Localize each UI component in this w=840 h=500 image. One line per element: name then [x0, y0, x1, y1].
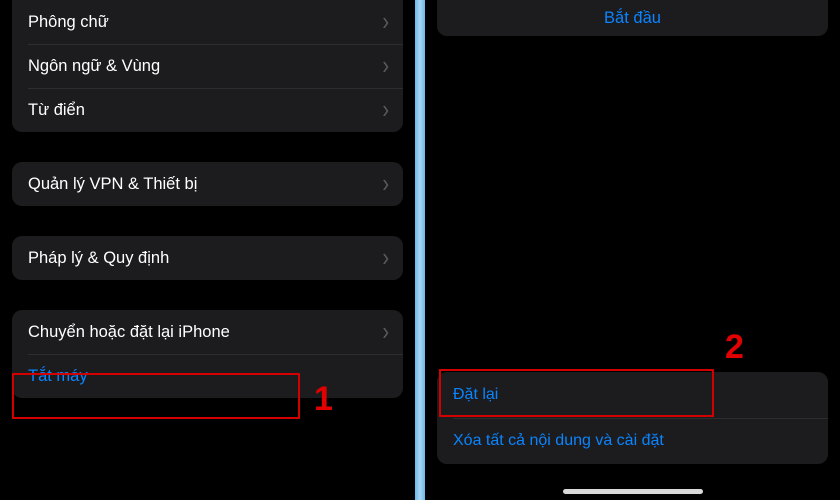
row-fonts[interactable]: Phông chữ ›	[12, 0, 403, 44]
home-indicator[interactable]	[563, 489, 703, 494]
annotation-number-2: 2	[725, 328, 744, 367]
row-label: Phông chữ	[28, 13, 382, 32]
start-button[interactable]: Bắt đầu	[437, 0, 828, 36]
row-vpn-device-management[interactable]: Quản lý VPN & Thiết bị ›	[12, 162, 403, 206]
chevron-right-icon: ›	[382, 53, 389, 79]
pane-divider	[415, 0, 425, 500]
chevron-right-icon: ›	[382, 319, 389, 345]
chevron-right-icon: ›	[382, 97, 389, 123]
row-shutdown[interactable]: Tắt máy	[12, 354, 403, 398]
settings-group-vpn: Quản lý VPN & Thiết bị ›	[12, 162, 403, 206]
row-label: Quản lý VPN & Thiết bị	[28, 175, 382, 194]
chevron-right-icon: ›	[382, 171, 389, 197]
settings-general-pane: Phông chữ › Ngôn ngữ & Vùng › Từ điển › …	[0, 0, 415, 500]
chevron-right-icon: ›	[382, 245, 389, 271]
row-legal[interactable]: Pháp lý & Quy định ›	[12, 236, 403, 280]
row-label: Pháp lý & Quy định	[28, 249, 382, 268]
row-label: Đặt lại	[453, 386, 814, 404]
settings-group-legal: Pháp lý & Quy định ›	[12, 236, 403, 280]
row-transfer-reset-iphone[interactable]: Chuyển hoặc đặt lại iPhone ›	[12, 310, 403, 354]
row-label: Ngôn ngữ & Vùng	[28, 57, 382, 76]
row-reset[interactable]: Đặt lại	[437, 372, 828, 418]
reset-options-group: Đặt lại Xóa tất cả nội dung và cài đặt	[437, 372, 828, 464]
row-label: Chuyển hoặc đặt lại iPhone	[28, 323, 382, 342]
row-erase-all[interactable]: Xóa tất cả nội dung và cài đặt	[437, 418, 828, 464]
settings-group-reset: Chuyển hoặc đặt lại iPhone › Tắt máy	[12, 310, 403, 398]
start-label: Bắt đầu	[604, 9, 661, 28]
transfer-reset-pane: Bắt đầu Đặt lại Xóa tất cả nội dung và c…	[425, 0, 840, 500]
row-dictionary[interactable]: Từ điển ›	[12, 88, 403, 132]
row-label: Từ điển	[28, 101, 382, 120]
row-label: Xóa tất cả nội dung và cài đặt	[453, 432, 814, 450]
chevron-right-icon: ›	[382, 9, 389, 35]
row-label: Tắt máy	[28, 367, 389, 386]
settings-group-display-language: Phông chữ › Ngôn ngữ & Vùng › Từ điển ›	[12, 0, 403, 132]
row-language-region[interactable]: Ngôn ngữ & Vùng ›	[12, 44, 403, 88]
